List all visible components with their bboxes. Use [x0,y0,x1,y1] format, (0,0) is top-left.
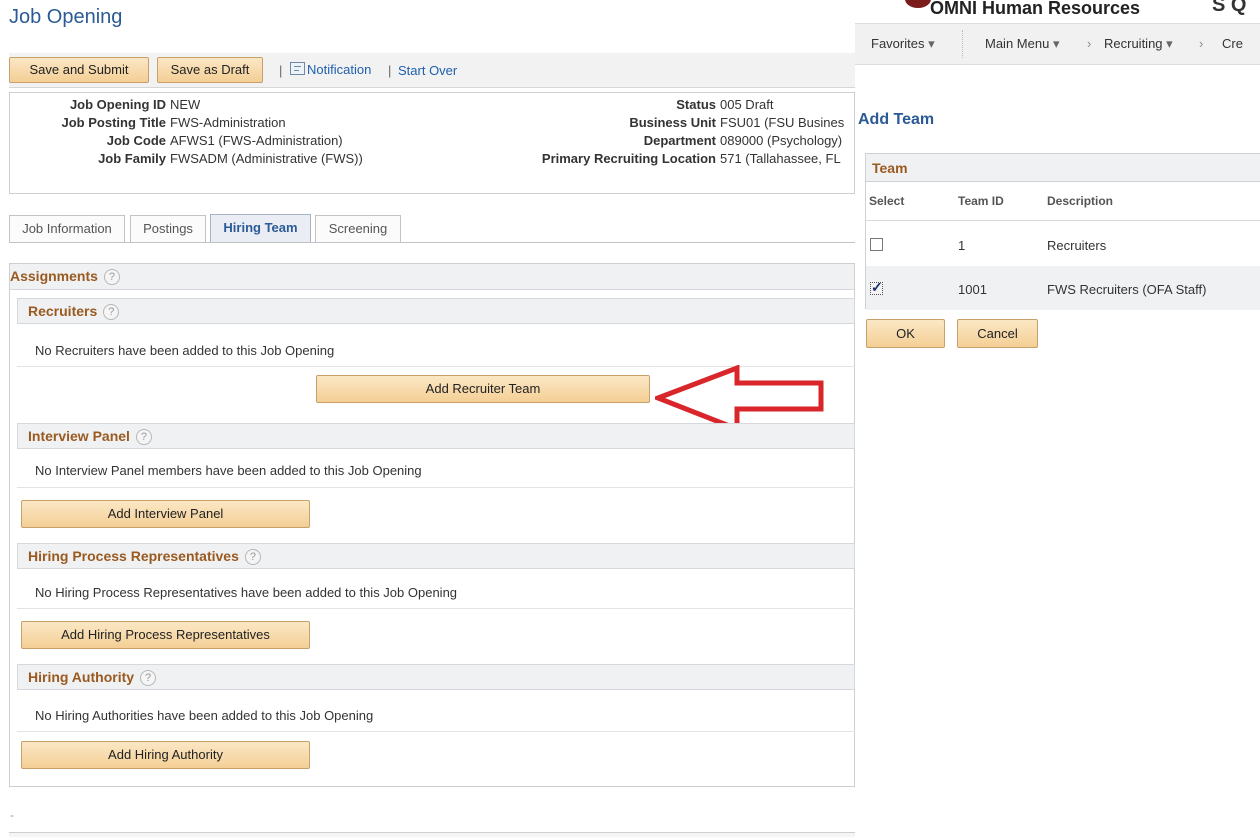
job-code-label: Job Code [106,133,166,148]
chevron-right-icon: › [1199,36,1204,51]
job-posting-title-value: FWS-Administration [170,115,286,130]
primary-recruiting-location-value: 571 (Tallahassee, FL [720,151,841,166]
save-as-draft-button[interactable]: Save as Draft [157,57,263,83]
hiring-reps-title: Hiring Process Representatives [28,548,239,564]
business-unit-label: Business Unit [629,115,716,130]
description-cell: Recruiters [1047,238,1107,253]
hiring-authority-title: Hiring Authority [28,669,135,685]
job-opening-summary: Job Opening ID NEW Job Posting Title FWS… [9,92,855,194]
grid-header-divider [866,220,1260,221]
primary-recruiting-location-label: Primary Recruiting Location [541,151,716,166]
nav-separator [962,30,963,58]
next-section-edge [9,832,855,837]
business-unit-value: FSU01 (FSU Busines [720,115,845,130]
add-team-title: Add Team [858,111,935,128]
notification-link[interactable]: Notification [307,62,371,77]
save-and-submit-button[interactable]: Save and Submit [9,57,149,83]
help-icon[interactable]: ? [103,269,120,286]
recruiters-title: Recruiters [28,303,98,319]
add-interview-panel-button[interactable]: Add Interview Panel [21,500,310,528]
nav-main-menu[interactable]: Main Menu ▾ [985,36,1059,52]
hiring-reps-header: Hiring Process Representatives? [17,543,855,569]
notification-icon[interactable] [290,62,305,75]
table-row: 1001 FWS Recruiters (OFA Staff) [866,266,1260,310]
add-hiring-process-representatives-button[interactable]: Add Hiring Process Representatives [21,621,310,649]
interview-panel-title: Interview Panel [28,428,130,444]
team-grid-header: Team [866,154,1260,182]
cancel-button[interactable]: Cancel [957,319,1038,348]
assignments-title: Assignments [10,268,98,284]
department-value: 089000 (Psychology) [720,133,843,148]
job-posting-title-label: Job Posting Title [61,115,167,130]
job-code-value: AFWS1 (FWS-Administration) [170,133,343,148]
chevron-right-icon: › [1087,36,1092,51]
hiring-reps-empty-message: No Hiring Process Representatives have b… [35,585,458,600]
nav-recruiting[interactable]: Recruiting ▾ [1104,36,1173,52]
column-team-id[interactable]: Team ID [958,194,1004,208]
footer-dash: - [10,808,14,822]
divider [17,731,855,732]
job-opening-id-value: NEW [170,97,201,112]
hiring-authority-empty-message: No Hiring Authorities have been added to… [35,708,374,723]
recruiters-header: Recruiters? [17,298,855,324]
department-label: Department [643,133,716,148]
nav-create[interactable]: Cre [1222,36,1243,51]
caret-down-icon: ▾ [1052,36,1060,51]
tab-bar-border [9,242,855,243]
nav-favorites[interactable]: Favorites ▾ [871,36,935,52]
main-nav-bar: Favorites ▾ Main Menu ▾ › Recruiting ▾ ›… [855,23,1260,65]
team-id-cell: 1001 [958,282,987,297]
toolbar-separator-2: | [388,63,392,78]
column-description[interactable]: Description [1047,194,1113,208]
help-icon[interactable]: ? [135,429,152,446]
divider [17,608,855,609]
tab-screening[interactable]: Screening [315,215,401,242]
toolbar-separator: | [279,63,283,78]
omni-title: OMNI Human Resources [930,0,1141,18]
interview-panel-empty-message: No Interview Panel members have been add… [35,463,422,478]
status-value: 005 Draft [720,97,774,112]
status-label: Status [676,97,716,112]
help-icon[interactable]: ? [140,670,157,687]
column-select[interactable]: Select [869,194,904,208]
recruiters-empty-message: No Recruiters have been added to this Jo… [35,343,335,358]
assignments-header: Assignments? [10,264,854,290]
omni-search-fragment: S Q [1212,0,1247,16]
team-id-cell: 1 [958,238,966,253]
table-row: 1 Recruiters [866,222,1260,266]
tab-job-information[interactable]: Job Information [9,215,125,242]
row-select-checkbox[interactable] [870,279,883,296]
caret-down-icon: ▾ [1166,36,1173,51]
add-hiring-authority-button[interactable]: Add Hiring Authority [21,741,310,769]
job-family-label: Job Family [98,151,166,166]
description-cell: FWS Recruiters (OFA Staff) [1047,282,1207,297]
ok-button[interactable]: OK [866,319,945,348]
divider [17,487,855,488]
add-recruiter-team-button[interactable]: Add Recruiter Team [316,375,650,403]
caret-down-icon: ▾ [928,36,935,51]
help-icon[interactable]: ? [103,304,120,321]
start-over-link[interactable]: Start Over [398,63,457,78]
page-title: Job Opening [9,6,123,28]
help-icon[interactable]: ? [244,549,261,566]
toolbar: Save and Submit Save as Draft | Notifica… [9,53,855,88]
tab-hiring-team[interactable]: Hiring Team [210,214,311,242]
hiring-authority-header: Hiring Authority? [17,664,855,690]
job-opening-id-label: Job Opening ID [69,97,166,112]
job-family-value: FWSADM (Administrative (FWS)) [170,151,363,166]
tab-postings[interactable]: Postings [130,215,206,242]
interview-panel-header: Interview Panel? [17,423,855,449]
row-select-checkbox[interactable] [870,238,883,251]
